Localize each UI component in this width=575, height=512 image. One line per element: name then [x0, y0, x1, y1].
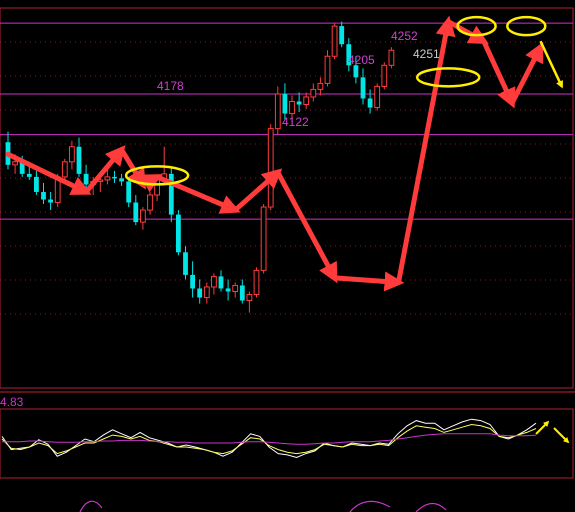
trend-arrow [445, 19, 489, 45]
candle-body [296, 101, 302, 105]
candle-body [104, 176, 111, 181]
candle-body [310, 88, 317, 98]
indicator-up-arrow [535, 420, 550, 435]
candle-body [48, 199, 53, 203]
indicator-value: 4.83 [0, 395, 24, 409]
candle-body [331, 25, 338, 57]
indicator-lines [1, 418, 570, 459]
price-label-4205: 4205 [348, 53, 375, 67]
candle-body [41, 191, 46, 200]
candle-body [303, 96, 310, 106]
candle-body [388, 49, 395, 66]
candle-body [76, 146, 82, 174]
candle-body [203, 286, 210, 299]
trend-arrow [332, 271, 405, 292]
price-label-4178: 4178 [157, 79, 184, 93]
candle-body [34, 176, 39, 192]
candle-body [190, 274, 195, 289]
candle-body [317, 82, 324, 90]
price-label-4251: 4251 [413, 47, 440, 61]
candle-body [225, 288, 231, 292]
candle-body [211, 275, 217, 288]
trend-arrows [5, 15, 563, 292]
candle-body [381, 64, 388, 87]
candle-body [246, 294, 253, 302]
candle-body [176, 214, 181, 253]
candle-body [133, 202, 139, 223]
price-grid [0, 7, 574, 389]
lower-indicator-traces [79, 500, 447, 512]
candle-body [339, 26, 345, 45]
candle-body [374, 85, 381, 109]
candles [5, 21, 395, 313]
candle-body [26, 173, 32, 177]
candle-body [274, 93, 281, 130]
candle-body [126, 181, 132, 203]
candle-body [12, 161, 18, 166]
candle-body [154, 179, 160, 196]
trend-arrow [83, 145, 126, 195]
candle-body [112, 176, 117, 179]
highlight-circle [506, 15, 547, 37]
candle-body [239, 285, 245, 301]
forecast-arrow [539, 40, 563, 89]
candle-body [197, 288, 203, 298]
candle-body [282, 93, 288, 114]
trend-arrow [509, 41, 544, 106]
candle-body [324, 55, 331, 84]
candle-body [353, 65, 359, 78]
trend-arrow [154, 174, 241, 214]
candle-body [119, 178, 124, 182]
candle-body [140, 209, 146, 223]
candle-body [360, 77, 366, 99]
price-label-4122: 4122 [282, 115, 309, 129]
candle-body [218, 276, 224, 289]
candle-body [147, 194, 153, 211]
candle-body [83, 173, 89, 185]
indicator-series-line [2, 433, 537, 445]
price-panel-frame [0, 7, 574, 389]
trend-arrow [275, 169, 338, 284]
indicator-series-line [1, 423, 537, 455]
candle-body [367, 98, 373, 108]
highlight-circle [415, 67, 481, 88]
candle-body [253, 269, 260, 296]
candle-body [289, 100, 295, 115]
price-label-4252: 4252 [391, 29, 418, 43]
highlight-circle [456, 15, 497, 37]
candle-body [61, 161, 68, 178]
candle-body [69, 146, 75, 163]
candle-body [260, 206, 267, 271]
candle-body [267, 128, 274, 208]
candle-body [183, 252, 188, 275]
indicator-series-line [1, 418, 537, 459]
indicator-down-arrow [553, 427, 570, 444]
chart-stage: 4252 4251 4205 4178 4122 4.83 [0, 7, 575, 512]
candle-body [232, 284, 239, 292]
